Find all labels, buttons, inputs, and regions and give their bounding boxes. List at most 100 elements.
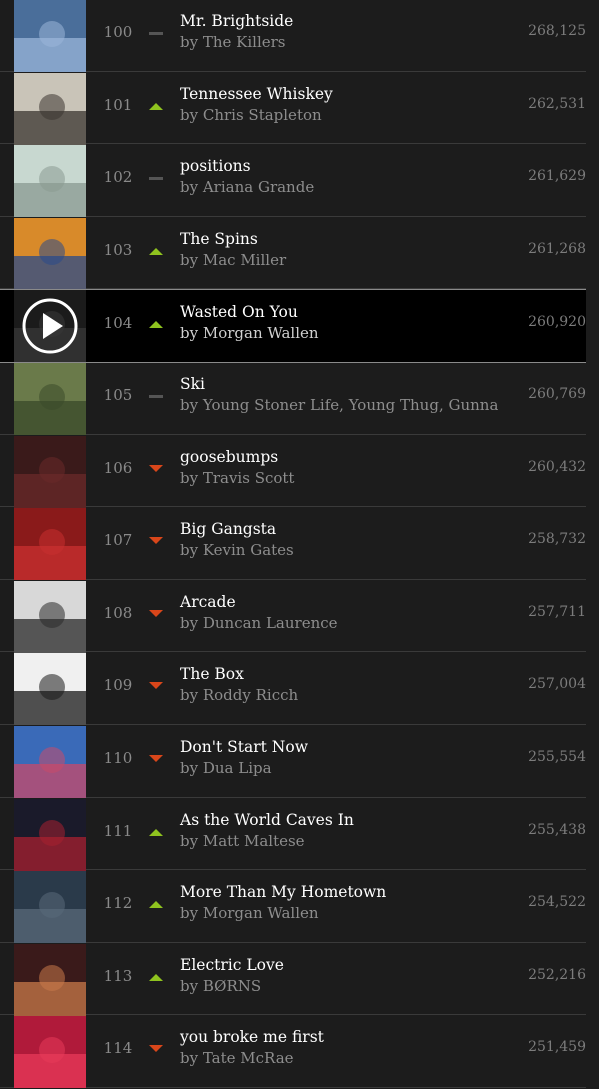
track-artist[interactable]: by Duncan Laurence [180, 614, 338, 632]
track-artist[interactable]: by Travis Scott [180, 469, 294, 487]
track-title[interactable]: Mr. Brightside [180, 12, 293, 30]
track-title[interactable]: As the World Caves In [180, 811, 354, 829]
play-count: 257,004 [528, 676, 586, 692]
rank-down-icon [148, 678, 164, 694]
play-count: 257,711 [528, 604, 586, 620]
track-title[interactable]: More Than My Hometown [180, 883, 386, 901]
play-count: 258,732 [528, 531, 586, 547]
track-title[interactable]: positions [180, 157, 251, 175]
track-artist[interactable]: by Chris Stapleton [180, 106, 322, 124]
track-artist[interactable]: by The Killers [180, 33, 286, 51]
track-artist[interactable]: by Roddy Ricch [180, 686, 298, 704]
track-row[interactable]: 112 More Than My Hometown by Morgan Wallen… [0, 870, 586, 943]
track-artist[interactable]: by Matt Maltese [180, 832, 305, 850]
rank-down-icon [148, 606, 164, 622]
play-icon [22, 298, 78, 354]
track-artist[interactable]: by Kevin Gates [180, 541, 294, 559]
track-title[interactable]: Don't Start Now [180, 738, 308, 756]
rank-number: 101 [103, 96, 133, 114]
track-row[interactable]: 100 Mr. Brightside by The Killers 268,125 [0, 0, 586, 72]
rank-number: 113 [103, 967, 133, 985]
album-art[interactable] [14, 1016, 86, 1088]
play-count: 260,769 [528, 386, 586, 402]
rank-number: 100 [103, 23, 133, 41]
play-count: 254,522 [528, 894, 586, 910]
track-row[interactable]: 105 Ski by Young Stoner Life, Young Thug, … [0, 362, 586, 435]
track-title[interactable]: Electric Love [180, 956, 284, 974]
play-count: 262,531 [528, 96, 586, 112]
rank-same-icon [148, 25, 164, 41]
play-count: 261,629 [528, 168, 586, 184]
track-row[interactable]: 107 Big Gangsta by Kevin Gates 258,732 [0, 507, 586, 580]
album-art[interactable] [14, 218, 86, 290]
track-artist[interactable]: by Young Stoner Life, Young Thug, Gunna [180, 396, 498, 414]
rank-same-icon [148, 388, 164, 404]
album-art[interactable] [14, 508, 86, 580]
album-art[interactable] [14, 290, 86, 362]
play-count: 251,459 [528, 1039, 586, 1055]
rank-number: 106 [103, 459, 133, 477]
rank-up-icon [148, 824, 164, 840]
chart-list: 100 Mr. Brightside by The Killers 268,125 10… [0, 0, 599, 1089]
track-artist[interactable]: by Dua Lipa [180, 759, 272, 777]
rank-same-icon [148, 170, 164, 186]
album-art[interactable] [14, 726, 86, 798]
track-row[interactable]: 114 you broke me first by Tate McRae 251,45… [0, 1015, 586, 1088]
rank-number: 112 [103, 894, 133, 912]
track-title[interactable]: Tennessee Whiskey [180, 85, 333, 103]
track-title[interactable]: you broke me first [180, 1028, 324, 1046]
album-art[interactable] [14, 581, 86, 653]
track-row-active[interactable]: 104 Wasted On You by Morgan Wallen 260,920 [0, 289, 586, 363]
track-title[interactable]: Big Gangsta [180, 520, 276, 538]
play-count: 255,554 [528, 749, 586, 765]
track-artist[interactable]: by Ariana Grande [180, 178, 314, 196]
track-title[interactable]: Ski [180, 375, 205, 393]
rank-number: 102 [103, 168, 133, 186]
play-button[interactable] [14, 290, 86, 362]
track-title[interactable]: goosebumps [180, 448, 278, 466]
rank-number: 105 [103, 386, 133, 404]
rank-up-icon [148, 316, 164, 332]
track-title[interactable]: Arcade [180, 593, 236, 611]
album-art[interactable] [14, 436, 86, 508]
rank-up-icon [148, 243, 164, 259]
rank-up-icon [148, 98, 164, 114]
track-title[interactable]: The Spins [180, 230, 258, 248]
track-row[interactable]: 108 Arcade by Duncan Laurence 257,711 [0, 580, 586, 653]
track-row[interactable]: 113 Electric Love by BØRNS 252,216 [0, 943, 586, 1016]
track-row[interactable]: 101 Tennessee Whiskey by Chris Stapleton 26… [0, 72, 586, 145]
track-row[interactable]: 110 Don't Start Now by Dua Lipa 255,554 [0, 725, 586, 798]
rank-down-icon [148, 533, 164, 549]
album-art[interactable] [14, 653, 86, 725]
album-art[interactable] [14, 944, 86, 1016]
track-title[interactable]: The Box [180, 665, 244, 683]
track-row[interactable]: 109 The Box by Roddy Ricch 257,004 [0, 652, 586, 725]
album-art[interactable] [14, 0, 86, 72]
rank-down-icon [148, 1041, 164, 1057]
play-count: 260,920 [528, 314, 586, 330]
track-artist[interactable]: by Morgan Wallen [180, 324, 319, 342]
play-count: 261,268 [528, 241, 586, 257]
track-artist[interactable]: by BØRNS [180, 977, 261, 995]
rank-number: 107 [103, 531, 133, 549]
play-count: 252,216 [528, 967, 586, 983]
rank-up-icon [148, 969, 164, 985]
album-art[interactable] [14, 73, 86, 145]
track-artist[interactable]: by Tate McRae [180, 1049, 294, 1067]
track-row[interactable]: 111 As the World Caves In by Matt Maltese 2… [0, 798, 586, 871]
rank-number: 110 [103, 749, 133, 767]
rank-number: 103 [103, 241, 133, 259]
album-art[interactable] [14, 145, 86, 217]
track-title[interactable]: Wasted On You [180, 303, 298, 321]
play-count: 260,432 [528, 459, 586, 475]
album-art[interactable] [14, 871, 86, 943]
track-artist[interactable]: by Mac Miller [180, 251, 286, 269]
track-row[interactable]: 102 positions by Ariana Grande 261,629 [0, 144, 586, 217]
album-art[interactable] [14, 363, 86, 435]
album-art[interactable] [14, 799, 86, 871]
track-row[interactable]: 103 The Spins by Mac Miller 261,268 [0, 217, 586, 290]
track-artist[interactable]: by Morgan Wallen [180, 904, 319, 922]
rank-number: 111 [103, 822, 133, 840]
track-row[interactable]: 106 goosebumps by Travis Scott 260,432 [0, 435, 586, 508]
rank-number: 108 [103, 604, 133, 622]
